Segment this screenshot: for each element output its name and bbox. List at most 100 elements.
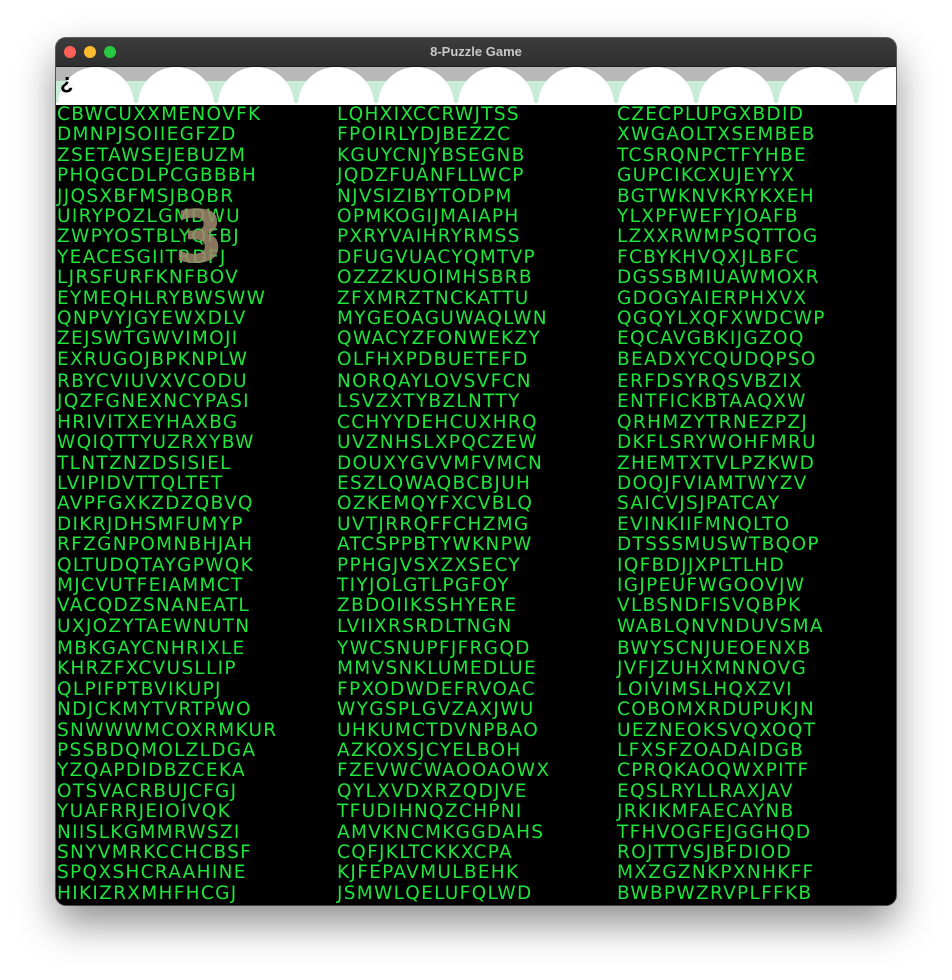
tile-text-row: UHKUMCTDVNPBAO xyxy=(337,720,540,741)
puzzle-tile[interactable]: NORQAYLOVSVFCN LSVZXTYBZLNTTY CCHYYDEHCUXH… xyxy=(336,372,616,638)
tile-text-row: JVFJZUHXMNNOVG xyxy=(617,659,808,680)
tile-text-row: ESZLQWAQBCBJUH xyxy=(337,473,532,494)
tile-text-row: MBKGAYCNHRIXLE xyxy=(57,639,246,659)
tile-text-row: JSMWLQELUFQLWD xyxy=(337,883,533,904)
tile-text-row: LQHXIXCCRWJTSS xyxy=(337,105,520,125)
tile-text-row: DTSSSMUSWTBQOP xyxy=(617,535,820,556)
tile-text-row: LVIPIDVTTQLTET xyxy=(57,473,224,494)
tile-text-row: UVZNHSLXPQCZEW xyxy=(337,433,538,454)
tile-text-row: DOUXYGVVMFVMCN xyxy=(337,453,544,474)
puzzle-tile[interactable]: RBYCVIUVXVCODU JQZFGNEXNCYPASI HRIVITXEYHA… xyxy=(56,372,336,638)
tile-text-row: EQCAVGBKIJGZOQ xyxy=(617,329,805,350)
tile-text-row: EVINKIIFMNQLTO xyxy=(617,514,791,535)
puzzle-tile[interactable]: BWYSCNJUEOENXB JVFJZUHXMNNOVG LOIVIMSLHQXZ… xyxy=(616,639,896,905)
tile-text-row: MJCVUTFEIAMMCT xyxy=(57,575,244,596)
tile-text-row: COBOMXRDUPUKJN xyxy=(617,700,816,721)
tile-text-row: CQFJKLTCKKXCPA xyxy=(337,842,513,863)
scallop-pattern xyxy=(56,67,896,105)
tile-text-row: GUPCIKCXUJEYYX xyxy=(617,166,796,187)
tile-text-row: LVIIXRSRDLTNGN xyxy=(337,616,513,637)
tile-text-row: UXJOZYTAEWNUTN xyxy=(57,616,251,637)
tile-text-row: PPHGJVSXZXSECY xyxy=(337,555,521,576)
tile-number-label: 3 xyxy=(174,195,225,279)
tile-text-row: OLFHXPDBUETEFD xyxy=(337,349,529,370)
tile-text-row: PXRYVAIHRYRMSS xyxy=(337,227,521,248)
tile-text-row: KGUYCNJYBSEGNB xyxy=(337,145,526,166)
puzzle-tile[interactable]: MBKGAYCNHRIXLE KHRZFXCVUSLLIP QLPIFPTBVIKU… xyxy=(56,639,336,905)
puzzle-tile[interactable]: ERFDSYRQSVBZIX ENTFICKBTAAQXW QRHMZYTRNEZP… xyxy=(616,372,896,638)
tile-text-row: DIKRJDHSMFUMYP xyxy=(57,514,244,535)
tile-text-row: DMNPJSOIIEGFZD xyxy=(57,125,237,146)
tile-text-row: MXZGZNKPXNHKFF xyxy=(617,863,815,884)
tile-text-row: FPOIRLYDJBEZZC xyxy=(337,125,512,146)
tile-text-row: YLXPFWEFYJOAFB xyxy=(617,206,799,227)
tile-text-row: SNYVMRKCCHCBSF xyxy=(57,842,253,863)
tile-text-row: LZXXRWMPSQTTOG xyxy=(617,227,819,248)
tile-text-row: LOIVIMSLHQXZVI xyxy=(617,679,793,700)
tile-text-row: JRKIKMFAECAYNB xyxy=(617,802,795,823)
tile-text-row: EYMEQHLRYBWSWW xyxy=(57,288,267,309)
tile-text-row: SAICVJSJPATCAY xyxy=(617,494,781,515)
tile-text-row: YWCSNUPFJFRGQD xyxy=(337,639,531,659)
tile-text-row: ENTFICKBTAAQXW xyxy=(617,392,807,413)
tile-text-row: VACQDZSNANEATL xyxy=(57,596,250,617)
tile-text-row: NDJCKMYTVRTPWO xyxy=(57,700,252,721)
tile-text-row: WQIQTTYUZRXYBW xyxy=(57,433,255,454)
window-title: 8-Puzzle Game xyxy=(430,44,522,59)
tile-text-row: ERFDSYRQSVBZIX xyxy=(617,372,803,392)
tile-text-row: OTSVACRBUJCFGJ xyxy=(57,781,238,802)
tile-text-row: AZKOXSJCYELBOH xyxy=(337,740,522,761)
tile-text-row: RFZGNPOMNBHJAH xyxy=(57,535,254,556)
tile-text-row: ZEJSWTGWVIMOJI xyxy=(57,329,239,350)
tile-text-row: ZSETAWSEJEBUZM xyxy=(57,145,247,166)
tile-text-row: JQDZFUANFLLWCP xyxy=(337,166,525,187)
tile-text-row: TLNTZNZDSISIEL xyxy=(57,453,232,474)
tile-text-row: WYGSPLGVZAXJWU xyxy=(337,700,535,721)
tile-text-row: ROJTTVSJBFDIOD xyxy=(617,842,793,863)
puzzle-tile[interactable]: CZECPLUPGXBDID XWGAOLTXSEMBEB TCSRQNPCTFYH… xyxy=(616,105,896,371)
tile-text-row: NORQAYLOVSVFCN xyxy=(337,372,532,392)
tile-text-row: UVTJRRQFFCHZMG xyxy=(337,514,530,535)
tile-text-row: QRHMZYTRNEZPZJ xyxy=(617,412,809,433)
tile-text-row: NIISLKGMMRWSZI xyxy=(57,822,241,843)
tile-text-row: DFUGVUACYQMTVP xyxy=(337,247,537,268)
tile-text-row: JQZFGNEXNCYPASI xyxy=(57,392,250,413)
tile-text-row: TCSRQNPCTFYHBE xyxy=(617,145,807,166)
tile-text-row: DOQJFVIAMTWYZV xyxy=(617,473,808,494)
tile-text-row: QLTUDQTAYGPWQK xyxy=(57,555,255,576)
tile-text-row: BEADXYCQUDQPSO xyxy=(617,349,817,370)
tile-text-row: TFUDIHNQZCHPNI xyxy=(337,802,523,823)
tile-text-row: BWYSCNJUEOENXB xyxy=(617,639,812,659)
tile-text-row: OPMKOGIJMAIAPH xyxy=(337,206,520,227)
tile-text-row: WABLQNVNDUVSMA xyxy=(617,616,824,637)
puzzle-tile[interactable]: LQHXIXCCRWJTSS FPOIRLYDJBEZZC KGUYCNJYBSEG… xyxy=(336,105,616,371)
tile-text-row: EQSLRYLLRAXJAV xyxy=(617,781,794,802)
puzzle-tile[interactable]: YWCSNUPFJFRGQD MMVSNKLUMEDLUE FPXODWDEFRVO… xyxy=(336,639,616,905)
tile-text-row: CBWCUXXMENOVFK xyxy=(57,105,262,125)
tile-text-row: LFXSFZOADAIDGB xyxy=(617,740,805,761)
tile-text-row: TFHVOGFEJGGHQD xyxy=(617,822,812,843)
tile-text-row: MMVSNKLUMEDLUE xyxy=(337,659,537,680)
tile-text-row: FCBYKHVQXJLBFC xyxy=(617,247,800,268)
tile-text-row: QWACYZFONWEKZY xyxy=(337,329,542,350)
title-bar[interactable]: 8-Puzzle Game xyxy=(56,38,896,67)
tile-text-row: ZFXMRZTNCKATTU xyxy=(337,288,530,309)
tile-text-row: UEZNEOKSVQXOQT xyxy=(617,720,817,741)
tile-text-row: HIKIZRXMHFHCGJ xyxy=(57,883,238,904)
tile-text-row: MYGEOAGUWAQLWN xyxy=(337,308,548,329)
tile-text-row: HRIVITXEYHAXBG xyxy=(57,412,239,433)
tile-text-row: TIYJOLGTLPGFOY xyxy=(337,575,510,596)
menu-glyph[interactable]: ¿ xyxy=(60,69,73,95)
game-window: 8-Puzzle Game ¿ CBWCUXXMENOVFK DMNPJSOIIE… xyxy=(56,38,896,905)
tile-text-row: GDOGYAIERPHXVX xyxy=(617,288,808,309)
tile-text-row: IQFBDJJXPLTLHD xyxy=(617,555,786,576)
tile-text-row: QYLXVDXRZQDJVE xyxy=(337,781,528,802)
tile-text-row: ATCSPPBTYWKNPW xyxy=(337,535,533,556)
tile-text-row: ZHEMTXTVLPZKWD xyxy=(617,453,816,474)
tile-text-row: CZECPLUPGXBDID xyxy=(617,105,805,125)
tile-text-row: ZBDOIIKSSHYERE xyxy=(337,596,518,617)
tile-text-row: XWGAOLTXSEMBEB xyxy=(617,125,816,146)
tile-text-row: EXRUGOJBPKNPLW xyxy=(57,349,249,370)
tile-text-row: AVPFGXKZDZQBVQ xyxy=(57,494,254,515)
tile-text-row: KJFEPAVMULBEHK xyxy=(337,863,520,884)
